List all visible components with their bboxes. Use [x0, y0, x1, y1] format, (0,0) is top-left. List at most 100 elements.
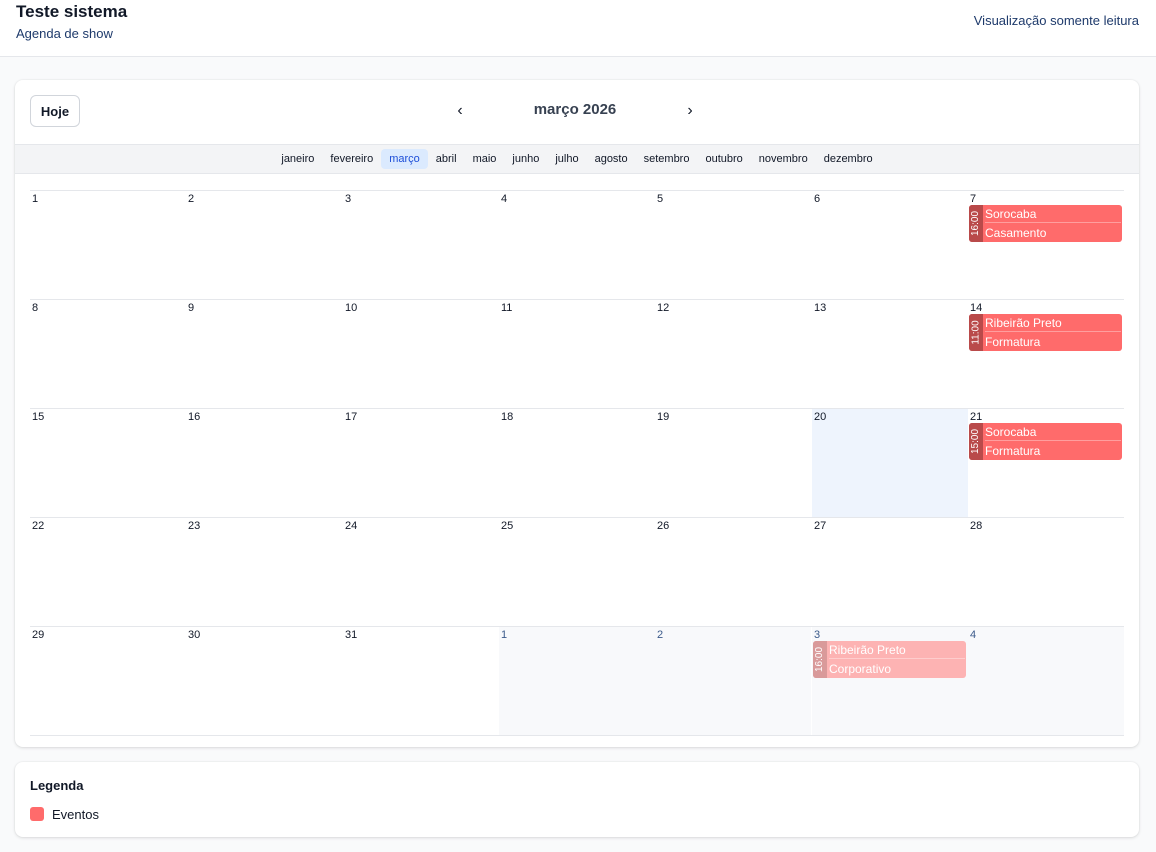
day-number: 31 — [345, 629, 358, 641]
day-number: 9 — [188, 302, 195, 314]
event-type: Formatura — [985, 335, 1041, 349]
day-number: 29 — [32, 629, 45, 641]
day-number: 2 — [657, 629, 664, 641]
day-number: 15 — [32, 411, 45, 423]
chevron-right-icon[interactable]: › — [680, 100, 700, 122]
legend-swatch-events — [30, 807, 44, 821]
day-cell[interactable]: 1 — [499, 627, 655, 735]
day-cell[interactable]: 20 — [812, 409, 968, 517]
day-number: 4 — [501, 193, 508, 205]
day-cell[interactable]: 14 11:00 Ribeirão Preto Formatura — [968, 300, 1124, 408]
day-cell[interactable]: 15 — [30, 409, 186, 517]
day-cell[interactable]: 11 — [499, 300, 655, 408]
day-number: 2 — [188, 193, 195, 205]
day-cell[interactable]: 8 — [30, 300, 186, 408]
day-number: 7 — [970, 193, 977, 205]
day-cell[interactable]: 17 — [343, 409, 499, 517]
week-row: 8 9 10 11 12 13 14 11:00 Ribeirão Preto Formatura — [30, 300, 1124, 409]
month-item-1[interactable]: fevereiro — [322, 149, 381, 169]
day-cell[interactable]: 13 — [812, 300, 968, 408]
event-time-text: 16:00 — [970, 210, 982, 237]
chevron-left-icon[interactable]: ‹ — [450, 100, 470, 122]
month-selector: janeiro fevereiro março abril maio junho julho… — [15, 144, 1139, 174]
month-item-8[interactable]: setembro — [636, 149, 698, 169]
day-cell[interactable]: 23 — [186, 518, 342, 626]
day-number: 22 — [32, 520, 45, 532]
week-row: 1 2 3 4 5 6 7 16:00 Sorocaba Casamento — [30, 191, 1124, 300]
event-block[interactable]: 16:00 Sorocaba Casamento — [969, 205, 1122, 242]
day-cell[interactable]: 10 — [343, 300, 499, 408]
day-cell[interactable]: 6 — [812, 191, 968, 299]
month-item-6[interactable]: julho — [547, 149, 586, 169]
day-number: 30 — [188, 629, 201, 641]
day-number: 12 — [657, 302, 670, 314]
day-cell[interactable]: 3 16:00 Ribeirão Preto Corporativo — [812, 627, 968, 735]
day-number: 27 — [814, 520, 827, 532]
day-number: 4 — [970, 629, 977, 641]
event-block[interactable]: 11:00 Ribeirão Preto Formatura — [969, 314, 1122, 351]
day-number: 11 — [501, 302, 513, 314]
day-cell[interactable]: 25 — [499, 518, 655, 626]
month-item-7[interactable]: agosto — [587, 149, 636, 169]
day-number: 13 — [814, 302, 827, 314]
event-block[interactable]: 15:00 Sorocaba Formatura — [969, 423, 1122, 460]
legend-card: Legenda Eventos — [15, 762, 1139, 837]
day-number: 16 — [188, 411, 201, 423]
app-header: Teste sistema Agenda de show Visualizaçã… — [0, 0, 1156, 57]
month-item-3[interactable]: abril — [428, 149, 465, 169]
day-cell[interactable]: 7 16:00 Sorocaba Casamento — [968, 191, 1124, 299]
event-time: 16:00 — [969, 205, 983, 242]
month-item-0[interactable]: janeiro — [273, 149, 322, 169]
day-cell[interactable]: 26 — [655, 518, 811, 626]
day-cell[interactable]: 28 — [968, 518, 1124, 626]
event-time: 15:00 — [969, 423, 983, 460]
day-cell[interactable]: 27 — [812, 518, 968, 626]
day-cell[interactable]: 19 — [655, 409, 811, 517]
day-cell[interactable]: 18 — [499, 409, 655, 517]
day-cell[interactable]: 12 — [655, 300, 811, 408]
event-time-text: 15:00 — [970, 428, 982, 455]
day-cell[interactable]: 5 — [655, 191, 811, 299]
event-type: Corporativo — [829, 662, 892, 676]
day-cell[interactable]: 9 — [186, 300, 342, 408]
day-number: 25 — [501, 520, 514, 532]
day-number: 23 — [188, 520, 201, 532]
legend-label-events: Eventos — [52, 807, 99, 822]
day-cell[interactable]: 3 — [343, 191, 499, 299]
day-number: 21 — [970, 411, 983, 423]
day-cell[interactable]: 1 — [30, 191, 186, 299]
day-cell[interactable]: 31 — [343, 627, 499, 735]
month-item-9[interactable]: outubro — [697, 149, 750, 169]
day-cell[interactable]: 30 — [186, 627, 342, 735]
event-city: Sorocaba — [985, 205, 1121, 223]
month-item-11[interactable]: dezembro — [816, 149, 881, 169]
day-cell[interactable]: 29 — [30, 627, 186, 735]
day-number: 26 — [657, 520, 670, 532]
day-number: 20 — [814, 411, 827, 423]
day-cell[interactable]: 4 — [499, 191, 655, 299]
app-subtitle: Agenda de show — [16, 26, 113, 41]
day-number: 1 — [32, 193, 39, 205]
day-number: 24 — [345, 520, 358, 532]
week-row: 15 16 17 18 19 20 21 15:00 Sorocaba Formatura — [30, 409, 1124, 518]
day-cell[interactable]: 24 — [343, 518, 499, 626]
month-item-4[interactable]: maio — [465, 149, 505, 169]
month-item-2[interactable]: março — [381, 149, 428, 169]
calendar-card: Hoje ‹ março 2026 › janeiro fevereiro març… — [15, 80, 1139, 747]
event-time-text: 11:00 — [970, 320, 982, 345]
day-number: 6 — [814, 193, 821, 205]
day-number: 5 — [657, 193, 664, 205]
today-button[interactable]: Hoje — [30, 95, 80, 127]
day-cell[interactable]: 16 — [186, 409, 342, 517]
day-cell[interactable]: 2 — [186, 191, 342, 299]
event-block[interactable]: 16:00 Ribeirão Preto Corporativo — [813, 641, 966, 678]
app-title: Teste sistema — [16, 2, 128, 21]
day-cell[interactable]: 22 — [30, 518, 186, 626]
event-time-text: 16:00 — [814, 646, 826, 673]
day-cell[interactable]: 2 — [655, 627, 811, 735]
day-cell[interactable]: 4 — [968, 627, 1124, 735]
day-cell[interactable]: 21 15:00 Sorocaba Formatura — [968, 409, 1124, 517]
day-number: 3 — [345, 193, 352, 205]
month-item-5[interactable]: junho — [504, 149, 547, 169]
month-item-10[interactable]: novembro — [751, 149, 816, 169]
